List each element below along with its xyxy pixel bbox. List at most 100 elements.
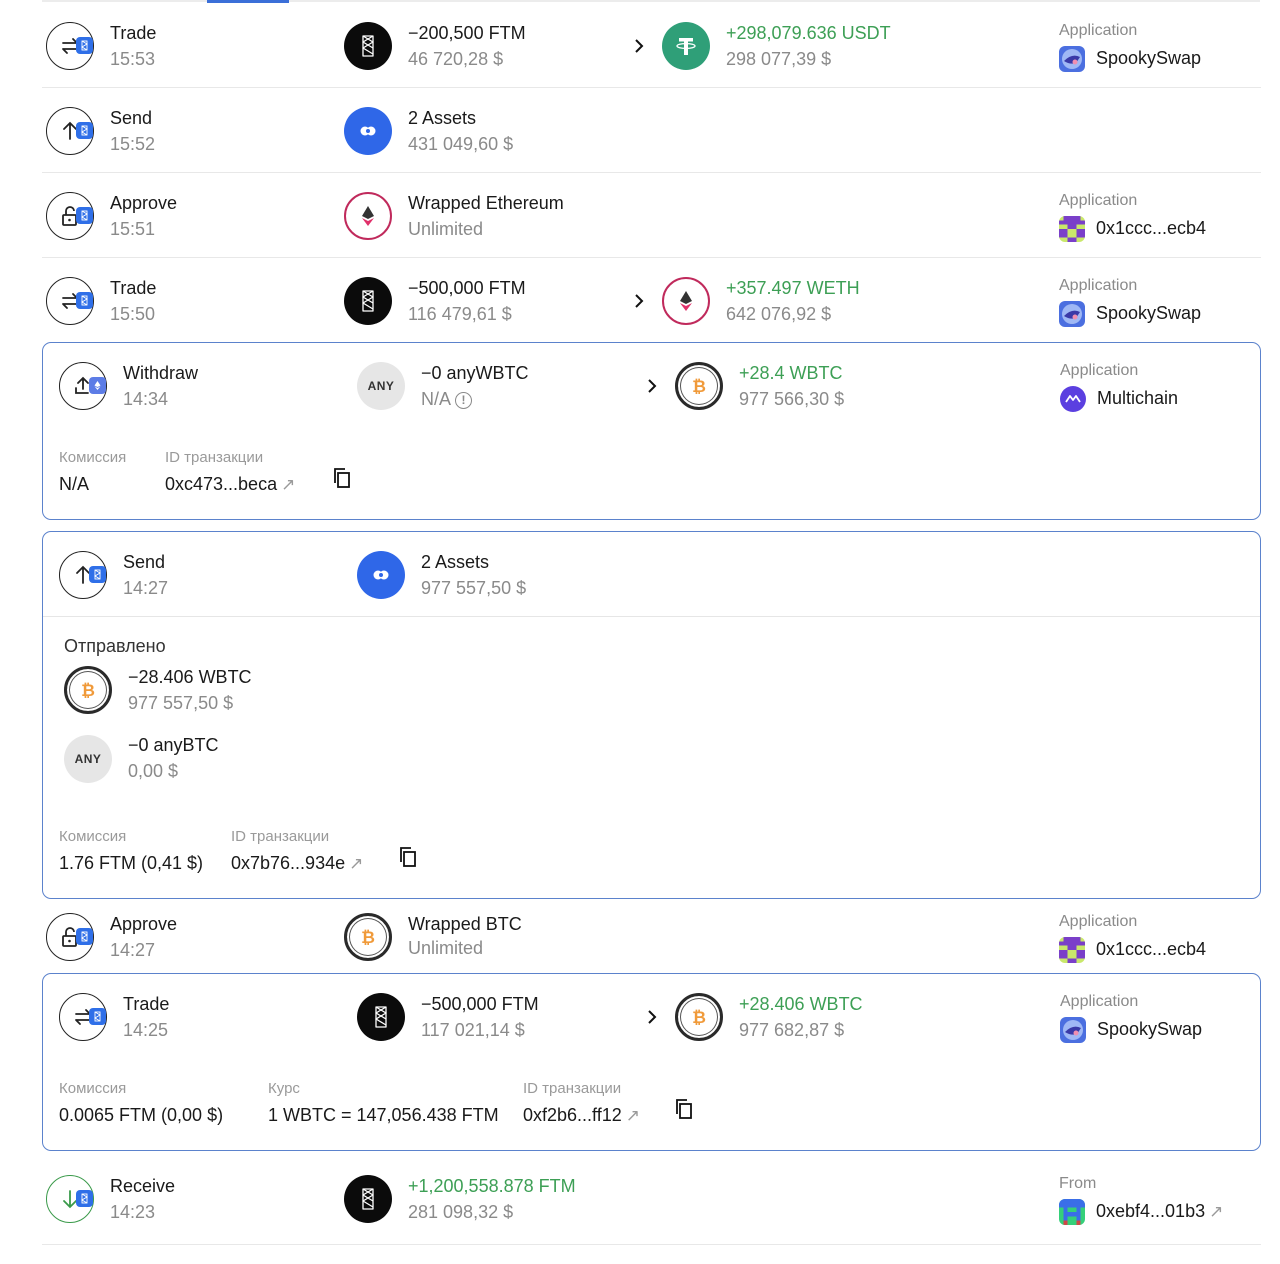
fantom-chain-icon	[76, 37, 93, 54]
wbtc-icon: ₿	[675, 993, 723, 1041]
app-name[interactable]: SpookySwap	[1097, 1019, 1202, 1040]
sent-value: 46 720,28 $	[408, 49, 504, 69]
tx-id-label: ID транзакции	[231, 828, 330, 845]
transaction-time: 14:34	[123, 389, 169, 409]
transaction-type: Trade	[110, 23, 157, 43]
transaction-card-expanded[interactable]: Trade 14:25 −500,000 FTM 117 021,14 $ ₿ …	[42, 973, 1261, 1151]
tx-id-value[interactable]: 0x7b76...934e	[231, 853, 345, 873]
tx-id-link[interactable]: 0xf2b6...ff12 ↗	[523, 1105, 640, 1126]
received-amount: +28.4 WBTC	[739, 363, 843, 383]
sent-asset-value: 977 557,50 $	[128, 693, 234, 713]
app-name[interactable]: SpookySwap	[1096, 48, 1201, 69]
transaction-type: Approve	[110, 914, 178, 934]
assets-count: 2 Assets	[408, 108, 477, 128]
approval-amount: Unlimited	[408, 219, 484, 239]
copy-icon[interactable]	[673, 1097, 695, 1121]
multichain-icon	[1060, 386, 1086, 412]
transaction-row[interactable]: Send 14:27 2 Assets 977 557,50 $	[43, 532, 1260, 617]
tx-id-link[interactable]: 0x7b76...934e ↗	[231, 853, 363, 874]
sent-asset-item: ANY −0 anyBTC 0,00 $	[64, 735, 464, 791]
sent-value: 116 479,61 $	[408, 304, 512, 324]
svg-text:₿: ₿	[81, 681, 95, 700]
from-label: From	[1059, 1175, 1097, 1192]
tx-id-value[interactable]: 0xf2b6...ff12	[523, 1105, 622, 1125]
external-link-icon[interactable]: ↗	[349, 854, 363, 873]
received-value: 977 682,87 $	[739, 1020, 845, 1040]
app-name[interactable]: SpookySwap	[1096, 303, 1201, 324]
spookyswap-icon	[1060, 1017, 1086, 1043]
svg-text:₿: ₿	[361, 928, 375, 947]
tx-id-link[interactable]: 0xc473...beca ↗	[165, 474, 295, 495]
multi-asset-icon	[344, 107, 392, 155]
transaction-type: Trade	[110, 278, 157, 298]
transaction-time: 15:50	[110, 304, 156, 324]
transaction-row[interactable]: Trade 15:53 −200,500 FTM 46 720,28 $ +29…	[42, 3, 1261, 88]
transaction-row[interactable]: Approve 15:51 Wrapped Ethereum Unlimited…	[42, 173, 1261, 258]
assets-count: 2 Assets	[421, 552, 490, 572]
fantom-icon	[344, 277, 392, 325]
sent-value: N/A!	[421, 389, 473, 410]
sent-amount: −500,000 FTM	[421, 994, 539, 1014]
transaction-time: 14:23	[110, 1202, 156, 1222]
app-address[interactable]: 0x1ccc...ecb4	[1096, 218, 1206, 239]
tx-id-label: ID транзакции	[165, 449, 264, 466]
received-value: 642 076,92 $	[726, 304, 832, 324]
fantom-chain-icon	[76, 928, 93, 945]
transaction-card-expanded[interactable]: Withdraw 14:34 ANY −0 anyWBTC N/A! ₿ +28…	[42, 342, 1261, 520]
external-link-icon[interactable]: ↗	[281, 475, 295, 494]
assets-value: 977 557,50 $	[421, 578, 527, 598]
received-amount: +298,079.636 USDT	[726, 23, 891, 43]
multi-asset-icon	[357, 551, 405, 599]
transaction-row[interactable]: Send 15:52 2 Assets 431 049,60 $	[42, 88, 1261, 173]
chevron-right-icon	[648, 1010, 657, 1024]
transaction-time: 15:53	[110, 49, 156, 69]
transaction-row[interactable]: Trade 15:50 −500,000 FTM 116 479,61 $ +3…	[42, 258, 1261, 342]
chevron-right-icon	[635, 39, 644, 53]
identicon	[1059, 216, 1085, 242]
copy-icon[interactable]	[397, 845, 419, 869]
weth-icon	[662, 277, 710, 325]
app-label: Application	[1060, 993, 1139, 1010]
transaction-type: Send	[123, 552, 166, 572]
from-address[interactable]: 0xebf4...01b3	[1096, 1201, 1205, 1221]
token-name: Wrapped Ethereum	[408, 193, 564, 213]
external-link-icon[interactable]: ↗	[1209, 1202, 1223, 1221]
transaction-row[interactable]: Trade 14:25 −500,000 FTM 117 021,14 $ ₿ …	[43, 974, 1260, 1059]
app-name[interactable]: Multichain	[1097, 388, 1178, 409]
transaction-type: Send	[110, 108, 153, 128]
transaction-type: Trade	[123, 994, 170, 1014]
fantom-chain-icon	[76, 207, 93, 224]
fantom-chain-icon	[76, 292, 93, 309]
transaction-row[interactable]: Withdraw 14:34 ANY −0 anyWBTC N/A! ₿ +28…	[43, 343, 1260, 428]
received-value: 298 077,39 $	[726, 49, 832, 69]
spookyswap-icon	[1059, 301, 1085, 327]
rate-value: 1 WBTC = 147,056.438 FTM	[268, 1105, 499, 1125]
sent-value-text: N/A	[421, 389, 452, 409]
received-value: 281 098,32 $	[408, 1202, 514, 1222]
approval-amount: Unlimited	[408, 938, 484, 958]
received-amount: +28.406 WBTC	[739, 994, 863, 1014]
app-label: Application	[1059, 277, 1138, 294]
transaction-row[interactable]: Receive 14:23 +1,200,558.878 FTM 281 098…	[42, 1160, 1261, 1245]
fee-value: N/A	[59, 474, 90, 494]
sent-asset-value: 0,00 $	[128, 761, 179, 781]
transaction-row[interactable]: Approve 14:27 ₿ Wrapped BTC Unlimited Ap…	[42, 899, 1261, 973]
sent-asset-item: ₿ −28.406 WBTC 977 557,50 $	[64, 666, 464, 722]
weth-icon	[344, 192, 392, 240]
app-label: Application	[1059, 22, 1138, 39]
fantom-icon	[357, 993, 405, 1041]
external-link-icon[interactable]: ↗	[626, 1106, 640, 1125]
app-address[interactable]: 0x1ccc...ecb4	[1096, 939, 1206, 960]
fantom-chain-icon	[89, 1008, 106, 1025]
wbtc-icon: ₿	[675, 362, 723, 410]
transaction-time: 14:27	[123, 578, 169, 598]
from-address-link[interactable]: 0xebf4...01b3 ↗	[1096, 1201, 1223, 1222]
transaction-card-expanded[interactable]: Send 14:27 2 Assets 977 557,50 $ Отправл…	[42, 531, 1261, 899]
transaction-type: Approve	[110, 193, 178, 213]
copy-icon[interactable]	[331, 466, 353, 490]
svg-text:₿: ₿	[692, 1008, 706, 1027]
tx-id-value[interactable]: 0xc473...beca	[165, 474, 277, 494]
fantom-chain-icon	[76, 122, 93, 139]
fantom-chain-icon	[89, 566, 106, 583]
info-icon[interactable]: !	[455, 392, 473, 409]
